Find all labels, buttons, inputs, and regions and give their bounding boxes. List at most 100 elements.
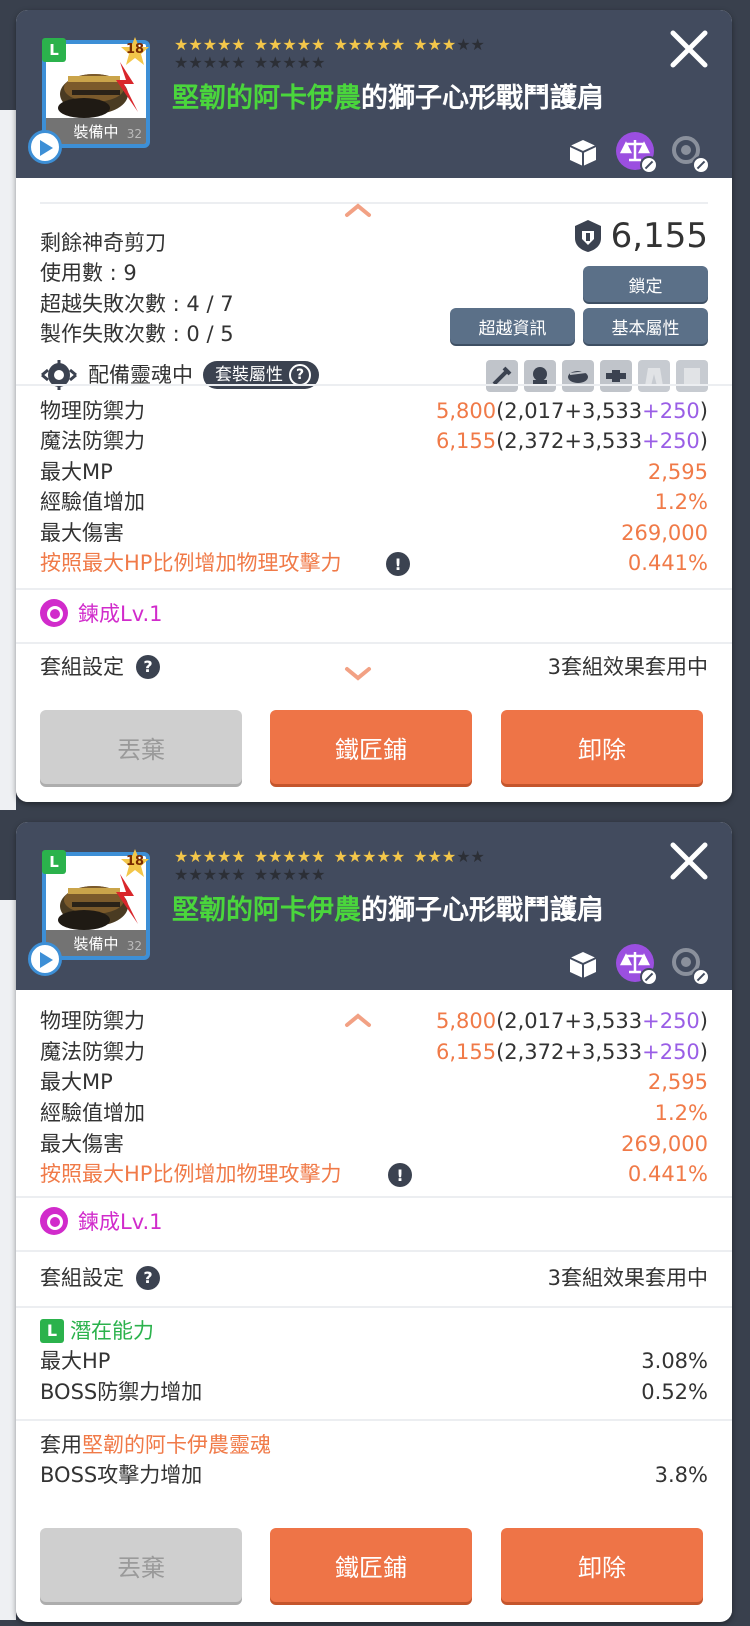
- unequip-button[interactable]: 卸除: [501, 1528, 703, 1602]
- divider: [16, 1196, 732, 1198]
- item-title: 堅韌的阿卡伊農的獅子心形戰鬥護肩: [172, 888, 604, 927]
- transfer-gear-icon[interactable]: [668, 944, 710, 986]
- stat-label: 最大傷害: [40, 521, 124, 545]
- set-settings-row: 套組設定? 3套組效果套用中: [40, 1263, 708, 1293]
- star-force-row-secondary: ★★★★★ ★★★★★: [174, 865, 326, 884]
- item-header: 裝備中 32 L 18 ★★★★★ ★★★★★ ★★★★★ ★★★★★ ★★★★★ ★★…: [16, 10, 732, 178]
- play-icon[interactable]: [28, 130, 62, 164]
- refine-row: 鍊成Lv.1: [40, 598, 163, 628]
- stat-value: 1.2%: [654, 1101, 708, 1125]
- set-settings-value: 3套組效果套用中: [547, 655, 708, 679]
- stat-row: 魔法防禦力 6,155(2,372+3,533+250): [40, 426, 708, 456]
- stat-value: 2,595: [647, 1070, 708, 1094]
- star-badge-icon: 18: [120, 848, 150, 878]
- refine-label: 鍊成Lv.1: [78, 602, 163, 626]
- unequip-button[interactable]: 卸除: [501, 710, 703, 784]
- lock-button[interactable]: 鎖定: [583, 266, 708, 302]
- stat-row: 最大傷害 269,000: [40, 518, 708, 548]
- potential-stat-value: 3.08%: [641, 1349, 708, 1373]
- soul-stat-label: BOSS攻擊力增加: [40, 1463, 203, 1487]
- star-force-row: ★★★★★ ★★★★★ ★★★★★ ★★★★★: [174, 35, 485, 54]
- item-detail-scroll[interactable]: 剩餘神奇剪刀 使用數 : 9 超越失敗次數 : 4 / 7 製作失敗次數 : 0…: [16, 178, 732, 692]
- info-icon[interactable]: !: [386, 552, 410, 576]
- stat-row: 最大傷害 269,000: [40, 1129, 708, 1159]
- divider: [16, 1306, 732, 1308]
- help-icon[interactable]: ?: [136, 1266, 160, 1290]
- close-icon: [670, 30, 708, 68]
- item-detail-card: 裝備中 32 L 18 ★★★★★ ★★★★★ ★★★★★ ★★★★★ ★★★★★ ★★…: [16, 10, 732, 802]
- stat-added: +250: [642, 399, 700, 423]
- share-box-icon[interactable]: [564, 132, 602, 170]
- share-box-icon[interactable]: [564, 944, 602, 982]
- stat-label: 魔法防禦力: [40, 1040, 145, 1064]
- divider: [16, 384, 732, 386]
- transfer-gear-icon[interactable]: [668, 132, 710, 174]
- item-title-prefix: 堅韌的阿卡伊農: [172, 83, 361, 114]
- set-settings-row: 套組設定? 3套組效果套用中: [40, 652, 708, 682]
- stat-label: 最大MP: [40, 1070, 113, 1094]
- helmet-slot-icon[interactable]: [524, 360, 556, 392]
- soul-applied-header: 套用 堅韌的阿卡伊農靈魂: [40, 1430, 708, 1460]
- help-icon[interactable]: ?: [136, 655, 160, 679]
- potential-header: L 潛在能力: [40, 1316, 708, 1346]
- divider: [16, 1250, 732, 1252]
- action-footer: 丟棄 鐵匠鋪 卸除: [16, 692, 732, 802]
- item-header: 裝備中 32 L 18 ★★★★★ ★★★★★ ★★★★★ ★★★★★ ★★★★★ ★★…: [16, 822, 732, 990]
- header-action-icons: [564, 944, 710, 986]
- stat-value: 0.441%: [627, 551, 708, 575]
- item-detail-scroll[interactable]: 物理防禦力 5,800(2,017+3,533+250) 魔法防禦力 6,155(2…: [16, 990, 732, 1510]
- stat-total: 5,800: [435, 1009, 497, 1033]
- divider: [16, 642, 732, 644]
- item-level-text: 32: [126, 939, 142, 953]
- weapon-slot-icon[interactable]: [486, 360, 518, 392]
- refine-label: 鍊成Lv.1: [78, 1210, 163, 1234]
- item-title-base: 的獅子心形戰鬥護肩: [361, 895, 604, 926]
- item-title: 堅韌的阿卡伊農的獅子心形戰鬥護肩: [172, 76, 604, 115]
- stat-label: 物理防禦力: [40, 1009, 145, 1033]
- pants-slot-icon[interactable]: [638, 360, 670, 392]
- stat-row: 物理防禦力 5,800(2,017+3,533+250): [40, 1006, 708, 1036]
- action-footer: 丟棄 鐵匠鋪 卸除: [16, 1510, 732, 1620]
- transcend-info-button[interactable]: 超越資訊: [450, 308, 575, 344]
- stat-row: 經驗值增加 1.2%: [40, 487, 708, 517]
- potential-scale-icon[interactable]: [616, 132, 658, 174]
- divider: [40, 202, 708, 204]
- star-badge-count: 18: [125, 854, 145, 869]
- set-settings-value: 3套組效果套用中: [547, 1266, 708, 1290]
- belt-slot-icon[interactable]: [600, 360, 632, 392]
- set-slot-icons: [486, 360, 708, 392]
- stat-row: 經驗值增加 1.2%: [40, 1098, 708, 1128]
- smithy-button[interactable]: 鐵匠鋪: [270, 710, 472, 784]
- base-attr-button[interactable]: 基本屬性: [583, 308, 708, 344]
- craft-fail-label: 製作失敗次數 : 0 / 5: [40, 322, 234, 346]
- stat-total: 6,155: [435, 429, 497, 453]
- close-button[interactable]: [666, 26, 712, 72]
- stat-detail: (2,372+3,533: [496, 429, 643, 453]
- uses-label: 使用數 : 9: [40, 261, 137, 285]
- header-action-icons: [564, 132, 710, 174]
- scissors-label: 剩餘神奇剪刀: [40, 231, 166, 255]
- close-button[interactable]: [666, 838, 712, 884]
- potential-scale-icon[interactable]: [616, 944, 658, 986]
- discard-button[interactable]: 丟棄: [40, 1528, 242, 1602]
- smithy-button[interactable]: 鐵匠鋪: [270, 1528, 472, 1602]
- combat-power: 6,155: [573, 216, 708, 256]
- discard-button[interactable]: 丟棄: [40, 710, 242, 784]
- info-icon[interactable]: !: [388, 1163, 412, 1187]
- cape-slot-icon[interactable]: [676, 360, 708, 392]
- stat-detail: (2,017+3,533: [496, 1009, 643, 1033]
- divider: [16, 588, 732, 590]
- set-settings-label: 套組設定: [40, 1266, 124, 1290]
- stat-value: 269,000: [621, 1132, 708, 1156]
- play-icon[interactable]: [28, 942, 62, 976]
- background-list-sliver: [0, 900, 16, 1620]
- stat-value: 0.441%: [627, 1162, 708, 1186]
- stat-total: 6,155: [435, 1040, 497, 1064]
- stat-detail: (2,372+3,533: [496, 1040, 643, 1064]
- chevron-down-icon[interactable]: [343, 666, 373, 682]
- background-list-sliver: [0, 110, 16, 810]
- potential-stat-value: 0.52%: [641, 1380, 708, 1404]
- stat-row: 按照最大HP比例增加物理攻擊力 0.441%: [40, 548, 708, 578]
- shoulder-slot-icon[interactable]: [562, 360, 594, 392]
- chevron-up-icon[interactable]: [343, 202, 373, 218]
